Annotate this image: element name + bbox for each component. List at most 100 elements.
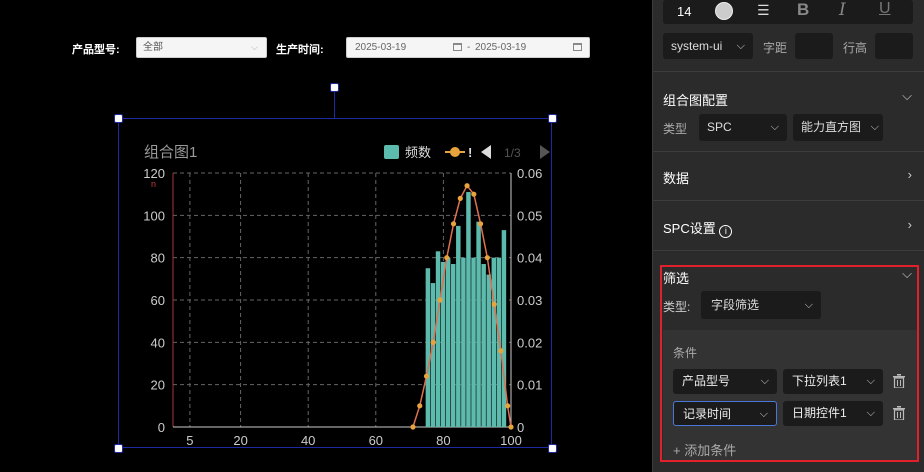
- normal-curve-point: [491, 301, 497, 307]
- histogram-bar: [456, 225, 461, 427]
- type-label: 类型: [663, 122, 688, 136]
- product-model-label: 产品型号:: [72, 44, 120, 56]
- legend-page-indicator: 1/3: [504, 146, 521, 160]
- histogram-bar: [435, 251, 441, 427]
- normal-curve-point: [450, 221, 457, 227]
- normal-curve-point: [437, 297, 443, 303]
- date-separator: -: [467, 42, 471, 53]
- combo-config-title[interactable]: 组合图配置: [663, 90, 728, 109]
- subtype-value: 能力直方图: [801, 120, 862, 134]
- histogram-bar: [486, 274, 491, 427]
- normal-curve-point: [508, 424, 514, 430]
- legend-prev-arrow-icon[interactable]: [481, 145, 491, 159]
- divider: [653, 250, 924, 251]
- normal-curve-point: [444, 255, 450, 261]
- spc-settings-title[interactable]: SPC设置 i: [663, 218, 733, 238]
- chevron-right-icon[interactable]: ›: [908, 167, 912, 182]
- normal-curve-point: [498, 348, 504, 354]
- y-left-tick-label: 60: [151, 293, 165, 308]
- y-left-tick-label: 80: [151, 251, 165, 266]
- normal-curve-point: [430, 339, 436, 345]
- histogram-bar: [481, 264, 486, 427]
- chevron-down-icon: ⌵: [770, 121, 779, 133]
- design-canvas[interactable]: 产品型号: 全部 ⌵ 生产时间: 2025-03-19 - 2025-03-19…: [0, 0, 652, 472]
- histogram-bar: [425, 268, 431, 427]
- histogram-bar: [451, 264, 456, 427]
- product-model-select[interactable]: 全部 ⌵: [136, 37, 267, 58]
- rotate-handle[interactable]: [330, 83, 339, 92]
- type-select[interactable]: SPC ⌵: [699, 114, 787, 141]
- chevron-right-icon[interactable]: ›: [908, 217, 912, 232]
- divider: [653, 151, 924, 152]
- histogram-bar: [471, 257, 476, 427]
- date-range-picker[interactable]: 2025-03-19 - 2025-03-19: [346, 37, 590, 58]
- chevron-down-icon: ⌵: [251, 42, 258, 52]
- legend-bar-label[interactable]: 频数: [405, 145, 431, 160]
- y-left-tick-label: 100: [143, 208, 165, 223]
- bold-icon[interactable]: B: [797, 0, 809, 20]
- underline-icon[interactable]: U: [879, 0, 891, 18]
- divider: [653, 71, 924, 72]
- font-size-value[interactable]: 14: [677, 4, 691, 19]
- normal-curve-point: [423, 373, 430, 379]
- rotate-connector: [334, 90, 335, 118]
- subtype-select[interactable]: 能力直方图 ⌵: [793, 114, 883, 141]
- chevron-down-icon: ⌵: [870, 121, 879, 133]
- histogram-bar: [501, 230, 507, 427]
- divider: [653, 200, 924, 201]
- type-value: SPC: [707, 120, 732, 134]
- normal-curve-point: [477, 221, 484, 227]
- histogram-bar: [445, 257, 451, 427]
- x-tick-label: 80: [436, 433, 450, 448]
- x-tick-label: 40: [301, 433, 315, 448]
- info-icon[interactable]: i: [719, 225, 733, 238]
- y-right-tick-label: 0.03: [517, 293, 542, 308]
- chevron-down-icon[interactable]: ⌵: [902, 88, 912, 104]
- line-height-input[interactable]: [875, 33, 913, 59]
- x-tick-label: 5: [186, 433, 193, 448]
- legend-curve-swatch[interactable]: [450, 147, 460, 157]
- x-tick-label: 20: [233, 433, 247, 448]
- histogram-bar: [496, 257, 502, 427]
- combo-chart: 组合图1 频数 ! 1/3 n 02040608010012000.010.02…: [143, 144, 550, 448]
- font-family-select[interactable]: system-ui ⌵: [663, 33, 753, 59]
- production-time-label: 生产时间:: [276, 44, 324, 56]
- y-right-tick-label: 0.05: [517, 208, 542, 223]
- legend-bar-swatch[interactable]: [384, 145, 399, 159]
- x-tick-label: 60: [369, 433, 383, 448]
- spc-settings-label: SPC设置: [663, 221, 716, 236]
- y-right-tick-label: 0.01: [517, 378, 542, 393]
- x-tick-label: 100: [500, 433, 522, 448]
- align-icon[interactable]: ☰: [757, 2, 770, 19]
- normal-curve-point: [410, 424, 416, 430]
- normal-curve-point: [457, 195, 463, 201]
- normal-curve-point: [505, 403, 511, 409]
- line-height-label: 行高: [843, 41, 868, 55]
- date-end[interactable]: 2025-03-19: [475, 38, 526, 57]
- normal-curve-point: [471, 191, 477, 197]
- calendar-icon: [573, 43, 582, 51]
- normal-curve-point: [417, 403, 423, 409]
- font-family-value: system-ui: [671, 39, 723, 53]
- histogram-bar: [466, 192, 471, 427]
- italic-icon[interactable]: I: [839, 0, 846, 20]
- data-section-title[interactable]: 数据: [663, 168, 689, 187]
- text-style-toolbar: 14 ☰ B I U: [663, 0, 913, 24]
- highlight-box: [660, 265, 919, 462]
- normal-curve-point: [484, 255, 490, 261]
- date-start[interactable]: 2025-03-19: [355, 38, 406, 57]
- y-left-tick-label: 20: [151, 378, 165, 393]
- calendar-icon: [453, 43, 462, 51]
- legend-next-arrow-icon[interactable]: [540, 145, 550, 159]
- histogram-bar: [491, 257, 497, 427]
- letter-spacing-label: 字距: [763, 41, 788, 55]
- y-left-tick-label: 120: [143, 166, 165, 181]
- y-left-tick-label: 40: [151, 335, 165, 350]
- legend-truncated-label: !: [468, 145, 472, 160]
- letter-spacing-input[interactable]: [795, 33, 833, 59]
- histogram-bar: [461, 257, 466, 427]
- normal-curve-point: [464, 183, 470, 189]
- font-color-swatch[interactable]: [715, 2, 733, 20]
- y-right-tick-label: 0.04: [517, 251, 542, 266]
- chevron-down-icon: ⌵: [736, 40, 745, 52]
